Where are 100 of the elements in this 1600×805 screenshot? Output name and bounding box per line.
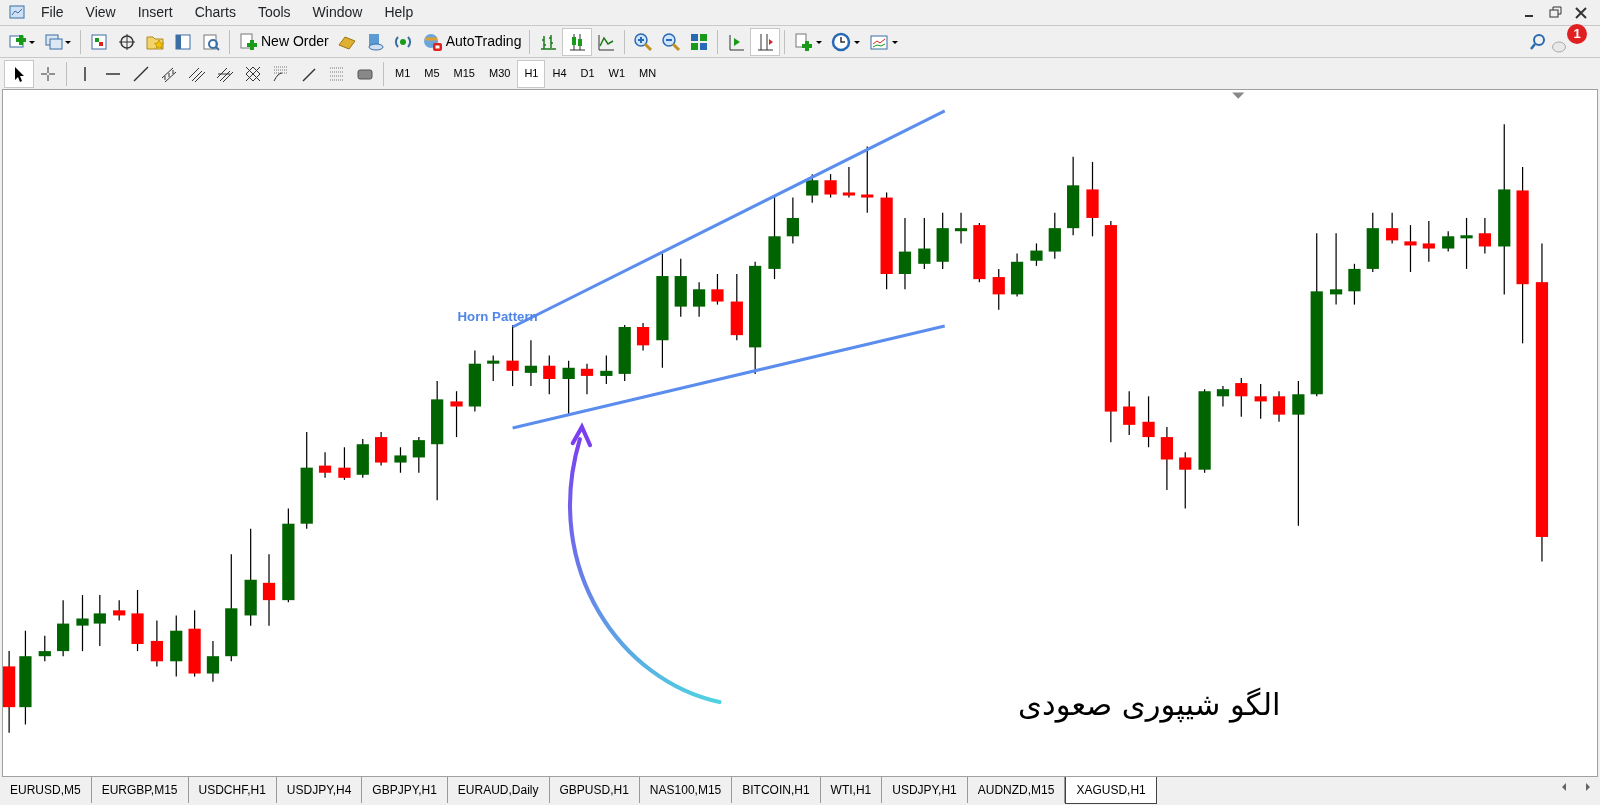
chart-tab[interactable]: GBPUSD,H1 xyxy=(549,777,640,803)
candle xyxy=(524,339,538,387)
chart-shift-marker[interactable] xyxy=(1232,92,1245,99)
candle xyxy=(711,273,724,306)
candle xyxy=(150,619,163,667)
candle xyxy=(1123,390,1136,436)
candle xyxy=(824,173,837,199)
candle xyxy=(188,609,201,678)
candle xyxy=(412,436,425,474)
candle xyxy=(356,438,369,479)
candle xyxy=(730,273,743,341)
candle xyxy=(506,324,519,387)
candle xyxy=(338,446,351,481)
candle xyxy=(318,451,332,479)
document-plus-icon xyxy=(240,33,258,52)
candle xyxy=(375,431,388,467)
chart-tab[interactable]: USDJPY,H1 xyxy=(882,777,968,803)
candle xyxy=(206,640,220,683)
candle xyxy=(1478,217,1491,255)
candle xyxy=(936,212,949,270)
candlestick-chart-icon[interactable] xyxy=(562,27,593,56)
chart-tab[interactable]: WTI,H1 xyxy=(820,777,883,803)
candle xyxy=(674,258,687,318)
candle xyxy=(113,599,126,622)
chart-tab[interactable]: EURUSD,M5 xyxy=(0,777,92,803)
menu-item[interactable]: File xyxy=(30,0,75,25)
pattern-label: Horn Pattern xyxy=(457,308,538,324)
candle xyxy=(636,322,650,352)
autotrading-button[interactable]: AutoTrading xyxy=(416,27,526,56)
candle xyxy=(1179,451,1192,510)
candle xyxy=(806,173,819,204)
menu-item[interactable]: Help xyxy=(373,0,425,25)
candle xyxy=(992,268,1005,311)
candle xyxy=(1048,212,1061,260)
timeframe-button[interactable]: MN xyxy=(632,59,664,88)
candle xyxy=(618,324,631,382)
candle xyxy=(38,635,51,662)
menu-item[interactable]: Charts xyxy=(183,0,247,25)
candle xyxy=(1386,212,1399,245)
candle xyxy=(786,196,799,245)
candle xyxy=(1160,426,1173,491)
menu-item[interactable]: Tools xyxy=(246,0,302,25)
chart-tab[interactable]: EURAUD,Daily xyxy=(447,777,550,803)
candle xyxy=(1404,224,1417,273)
timeframe-button[interactable]: H4 xyxy=(545,59,574,88)
candle xyxy=(600,354,613,385)
timeframe-button[interactable]: W1 xyxy=(601,59,633,88)
candle xyxy=(954,212,968,245)
candle xyxy=(1030,242,1043,267)
candle xyxy=(1254,383,1267,420)
candle xyxy=(394,446,407,474)
candle xyxy=(468,349,481,413)
candle xyxy=(562,360,575,416)
menu-item[interactable]: Window xyxy=(301,0,374,25)
chart-tab[interactable]: BITCOIN,H1 xyxy=(732,777,821,803)
candle xyxy=(487,354,500,382)
close-icon xyxy=(1575,6,1587,19)
candle xyxy=(450,390,463,438)
candle xyxy=(76,594,89,652)
minimize-icon xyxy=(1525,14,1533,17)
chart-tab[interactable]: GBPJPY,H1 xyxy=(362,777,448,803)
candle xyxy=(580,363,594,395)
candle xyxy=(1010,253,1024,298)
menu-item[interactable]: Insert xyxy=(126,0,184,25)
timeframe-button[interactable]: H1 xyxy=(517,59,546,88)
timeframe-button[interactable]: M30 xyxy=(481,59,518,88)
candle xyxy=(1272,390,1286,423)
notification-badge: 1 xyxy=(1567,24,1587,44)
candle xyxy=(973,222,986,283)
timeframe-button[interactable]: M5 xyxy=(417,59,447,88)
candle xyxy=(543,354,556,395)
candle xyxy=(842,166,856,199)
chart-tab[interactable]: USDJPY,H4 xyxy=(276,777,363,803)
globe-stop-icon xyxy=(423,33,442,51)
candle xyxy=(93,594,106,647)
cursor-icon[interactable] xyxy=(4,59,34,88)
chart-tab[interactable]: NAS100,M15 xyxy=(639,777,733,803)
candle xyxy=(1422,220,1435,263)
chart-tab[interactable]: XAGUSD,H1 xyxy=(1065,777,1157,804)
candle xyxy=(1235,377,1248,418)
candle xyxy=(861,146,874,214)
new-order-button[interactable]: New Order xyxy=(234,27,333,56)
candle xyxy=(57,599,70,657)
chart-shift-icon[interactable] xyxy=(750,27,781,56)
candle xyxy=(1460,217,1473,270)
timeframe-button[interactable]: M1 xyxy=(388,59,418,88)
chart-tab[interactable]: USDCHF,H1 xyxy=(188,777,277,803)
candle xyxy=(693,281,706,318)
timeframe-button[interactable]: D1 xyxy=(573,59,602,88)
candle xyxy=(170,614,183,678)
candle xyxy=(131,589,144,652)
candle xyxy=(918,217,931,270)
menu-item[interactable]: View xyxy=(74,0,127,25)
candle xyxy=(1142,395,1155,448)
candle xyxy=(1442,230,1455,253)
chart-caption: الگو شیپوری صعودی xyxy=(1018,687,1281,723)
timeframe-button[interactable]: M15 xyxy=(446,59,482,88)
candle xyxy=(1348,263,1361,306)
candle xyxy=(1216,385,1230,408)
chart-tab[interactable]: EURGBP,M15 xyxy=(91,777,189,803)
